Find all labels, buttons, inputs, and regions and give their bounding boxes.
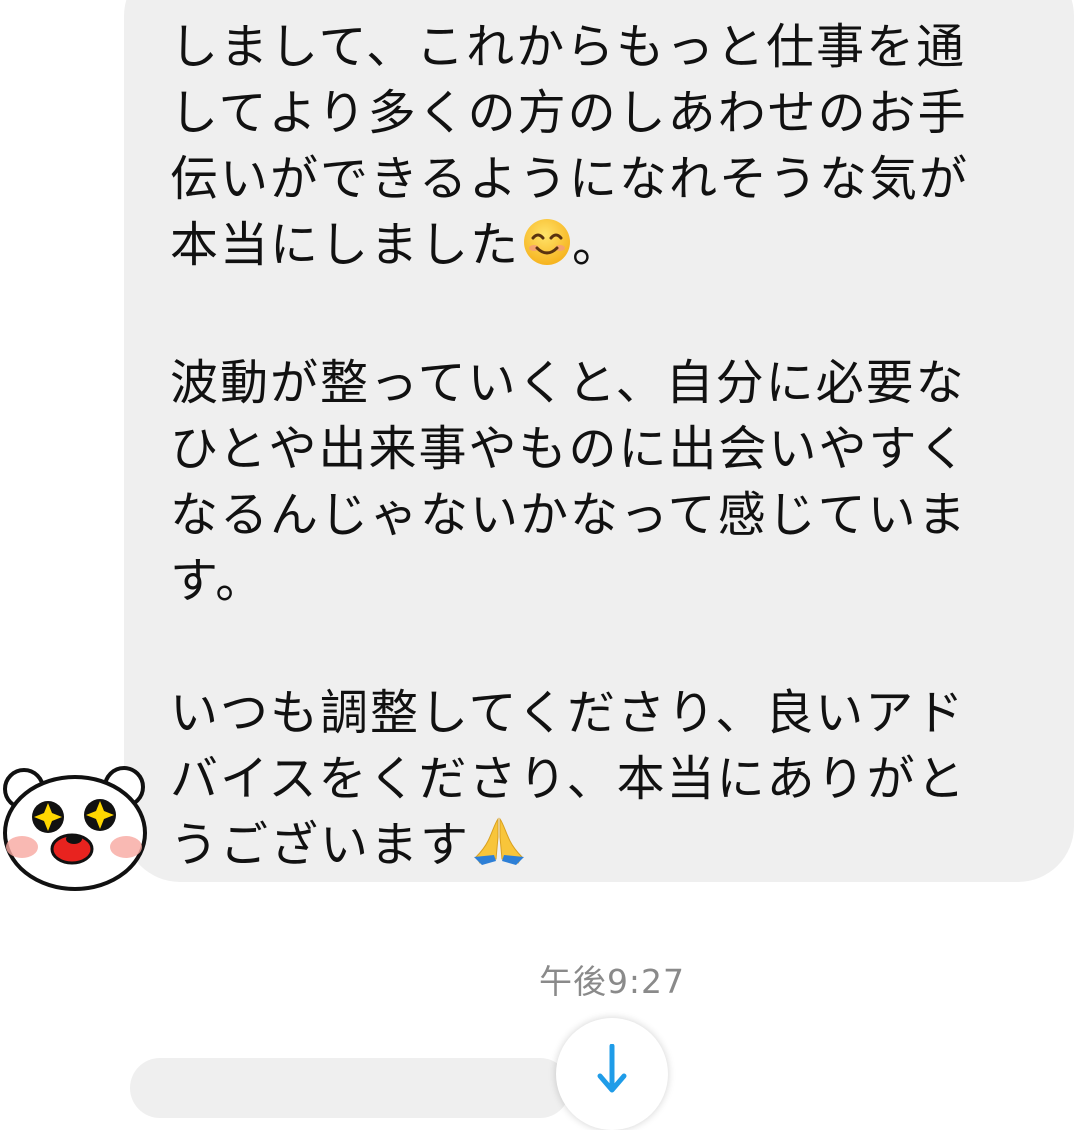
message-line-text: うございます xyxy=(170,817,471,873)
message-line-punctuation: 。 xyxy=(572,217,623,273)
message-line: うございます xyxy=(170,812,1038,884)
message-timestamp: 午後9:27 xyxy=(0,955,1080,1003)
arrow-down-icon xyxy=(597,1044,627,1093)
received-message-bubble[interactable]: しまして、これからもっと仕事を通 してより多くの方のしあわせのお手 伝いができる… xyxy=(124,0,1074,882)
message-line: ひとや出来事やものに出会いやすく xyxy=(170,421,969,477)
chat-area[interactable]: しまして、これからもっと仕事を通 してより多くの方のしあわせのお手 伝いができる… xyxy=(0,0,1080,1130)
message-paragraph-2: 波動が整っていくと、自分に必要な ひとや出来事やものに出会いやすく なるんじゃな… xyxy=(170,350,1038,614)
message-line: いつも調整してくださり、良いアド xyxy=(170,685,966,741)
message-paragraph-1: しまして、これからもっと仕事を通 してより多くの方のしあわせのお手 伝いができる… xyxy=(170,14,1038,284)
message-line: しまして、これからもっと仕事を通 xyxy=(170,19,967,75)
message-paragraph-3: いつも調整してくださり、良いアド バイスをくださり、本当にありがと うございます xyxy=(170,680,1038,884)
scroll-to-bottom-button[interactable] xyxy=(556,1018,668,1130)
message-line: してより多くの方のしあわせのお手 xyxy=(170,85,968,141)
smiling-face-emoji-icon xyxy=(522,217,572,284)
white-bear-sticker-icon xyxy=(3,766,147,891)
timestamp-text: 午後9:27 xyxy=(538,962,686,1001)
message-line: 波動が整っていくと、自分に必要な xyxy=(170,355,966,411)
sender-avatar[interactable] xyxy=(0,765,150,893)
message-line-text: 本当にしました xyxy=(170,217,521,273)
message-line: なるんじゃないかなって感じていま xyxy=(170,487,968,543)
message-line: す。 xyxy=(170,553,266,609)
folded-hands-emoji-icon xyxy=(472,815,526,884)
next-message-bubble[interactable] xyxy=(130,1058,570,1118)
message-line: バイスをくださり、本当にありがと xyxy=(170,751,967,807)
message-line: 伝いができるようになれそうな気が xyxy=(170,151,970,207)
message-line: 本当にしました 。 xyxy=(170,212,1038,284)
